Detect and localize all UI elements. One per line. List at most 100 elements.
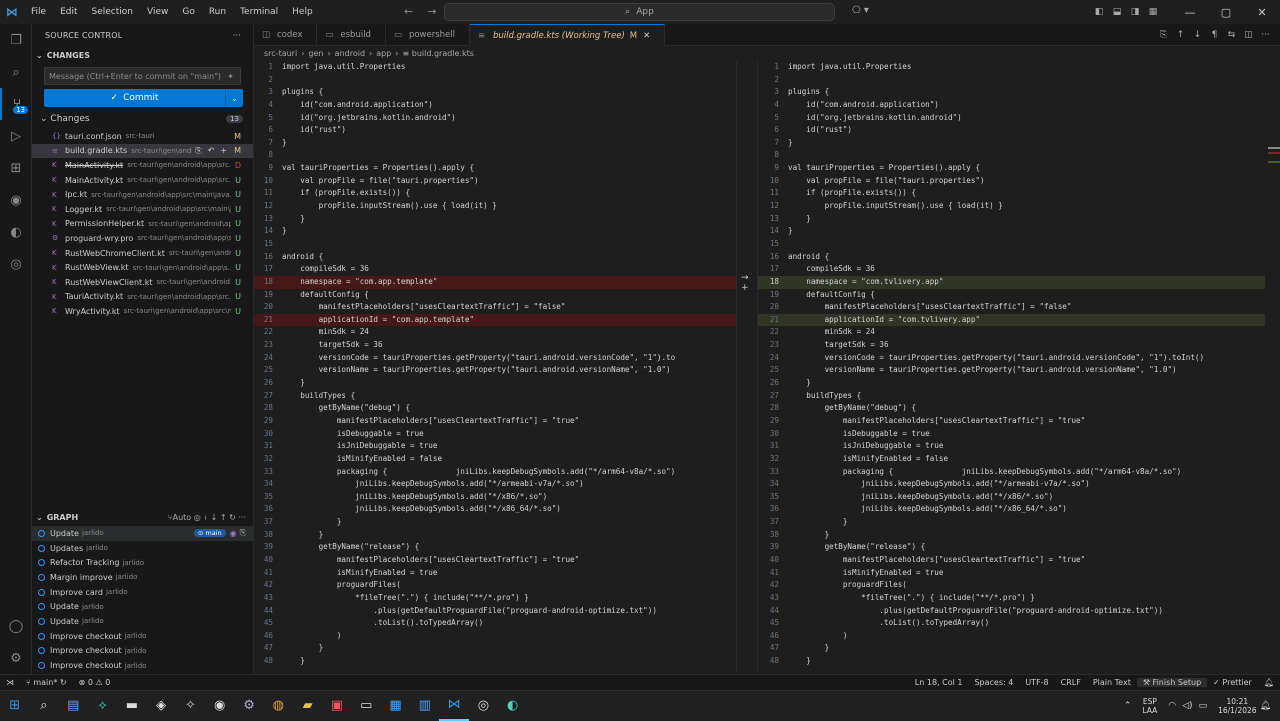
tray-chevron-icon[interactable]: ⌃ xyxy=(1124,701,1132,711)
maximize-icon[interactable]: ▢ xyxy=(1208,6,1244,19)
copilot-chat-icon[interactable]: ◐ xyxy=(0,216,32,248)
back-arrow-icon[interactable]: ← xyxy=(404,5,413,18)
changed-file-item[interactable]: K MainActivity.kt src-tauri\gen\android\ap… xyxy=(32,158,253,173)
manage-gear-icon[interactable]: ⚙ xyxy=(0,642,32,674)
tab-3[interactable]: ▭ powershell xyxy=(386,24,470,46)
taskbar-app-icon-5[interactable]: ▣ xyxy=(322,691,351,721)
menu-view[interactable]: View xyxy=(140,7,175,17)
taskbar-github-icon[interactable]: ◉ xyxy=(205,691,234,721)
changed-file-item[interactable]: ≡ build.gradle.ktssrc-tauri\gen\androi...… xyxy=(32,143,253,159)
cursor-position[interactable]: Ln 18, Col 1 xyxy=(909,678,969,687)
command-center[interactable]: ⌕ App xyxy=(444,3,835,21)
toggle-panel-icon[interactable]: ⬓ xyxy=(1108,7,1126,17)
breadcrumb-item[interactable]: gen xyxy=(308,49,323,58)
explorer-icon[interactable]: ❐ xyxy=(0,24,32,56)
language-indicator[interactable]: ESP LAA xyxy=(1142,697,1157,715)
toggle-whitespace-icon[interactable]: ¶ xyxy=(1206,30,1223,40)
encoding-status[interactable]: UTF-8 xyxy=(1019,678,1054,687)
stage-plus-icon[interactable]: + xyxy=(741,283,749,293)
overview-ruler[interactable] xyxy=(1265,61,1280,671)
changed-file-item[interactable]: K RustWebViewClient.kt src-tauri\gen\andro… xyxy=(32,275,253,290)
previous-change-icon[interactable]: ↑ xyxy=(1172,30,1189,40)
changed-file-item[interactable]: K TauriActivity.kt src-tauri\gen\android\a… xyxy=(32,290,253,305)
toggle-primary-sidebar-icon[interactable]: ◧ xyxy=(1090,7,1108,17)
tab-1[interactable]: ◫ codex xyxy=(254,24,318,46)
menu-go[interactable]: Go xyxy=(175,7,201,17)
changed-file-item[interactable]: K PermissionHelper.kt src-tauri\gen\androi… xyxy=(32,217,253,232)
commit-message-input[interactable]: Message (Ctrl+Enter to commit on "main")… xyxy=(44,67,241,85)
menu-selection[interactable]: Selection xyxy=(85,7,140,17)
eol-status[interactable]: CRLF xyxy=(1055,678,1087,687)
source-control-icon[interactable]: ⑂ 13 xyxy=(0,88,32,120)
graph-commit-item[interactable]: Update jarlido xyxy=(32,599,254,614)
graph-commit-item[interactable]: Improve checkout jarlido xyxy=(32,629,254,644)
editor-more-icon[interactable]: ··· xyxy=(1257,30,1274,40)
battery-icon[interactable]: ▭ xyxy=(1199,701,1208,711)
account-icon[interactable]: ◯ xyxy=(0,610,32,642)
github-icon[interactable]: ◉ xyxy=(0,184,32,216)
graph-commit-item[interactable]: Margin improve jarlido xyxy=(32,570,254,585)
graph-header[interactable]: ⌄ GRAPH ⑂Auto ◎ ⤓ ↓ ↑ ↻ ··· xyxy=(32,508,254,526)
graph-commit-item[interactable]: Improve checkout jarlido xyxy=(32,644,254,659)
taskbar-app-icon-8[interactable]: ▥ xyxy=(410,691,439,721)
refresh-icon[interactable]: ↻ xyxy=(229,513,236,522)
taskbar-app-icon-1[interactable]: ▤ xyxy=(59,691,88,721)
graph-commit-item[interactable]: Update jarlido ⊙ main ◉ ⎘ xyxy=(32,526,254,541)
changed-file-item[interactable]: K Logger.kt src-tauri\gen\android\app\src\… xyxy=(32,202,253,217)
finish-setup-button[interactable]: ⚒ Finish Setup xyxy=(1136,678,1208,687)
taskbar-search-icon[interactable]: ⌕ xyxy=(29,691,58,721)
remote-explorer-icon[interactable]: ◎ xyxy=(0,248,32,280)
inline-diff-icon[interactable]: ⇆ xyxy=(1223,30,1240,40)
tab-close-icon[interactable]: ✕ xyxy=(643,31,650,41)
changed-file-item[interactable]: K Ipc.kt src-tauri\gen\android\app\src\mai… xyxy=(32,187,253,202)
taskbar-terminal-icon[interactable]: ▬ xyxy=(117,691,146,721)
taskbar-app-icon-4[interactable]: ✧ xyxy=(176,691,205,721)
menu-edit[interactable]: Edit xyxy=(53,7,84,17)
language-mode[interactable]: Plain Text xyxy=(1087,678,1137,687)
more-actions-icon[interactable]: ··· xyxy=(233,31,241,40)
sync-icon[interactable]: ↻ xyxy=(60,678,67,687)
breadcrumb-item[interactable]: app xyxy=(376,49,391,58)
taskbar-settings-icon[interactable]: ⚙ xyxy=(234,691,263,721)
taskbar-app-icon-10[interactable]: ◐ xyxy=(498,691,527,721)
breadcrumb-item[interactable]: ≡ build.gradle.kts xyxy=(403,49,474,58)
changed-file-item[interactable]: K MainActivity.kt src-tauri\gen\android\ap… xyxy=(32,173,253,188)
breadcrumb-item[interactable]: src-tauri xyxy=(264,49,297,58)
prettier-status[interactable]: ✓ Prettier xyxy=(1207,678,1258,687)
taskbar-app-icon-3[interactable]: ◈ xyxy=(146,691,175,721)
breadcrumb-item[interactable]: android xyxy=(335,49,365,58)
changed-file-item[interactable]: K RustWebView.kt src-tauri\gen\android\app… xyxy=(32,260,253,275)
fetch-icon[interactable]: ⤓ xyxy=(203,513,208,522)
toggle-secondary-sidebar-icon[interactable]: ◨ xyxy=(1126,7,1144,17)
split-editor-icon[interactable]: ◫ xyxy=(1240,30,1257,40)
graph-auto-label[interactable]: Auto xyxy=(173,513,192,522)
menu-file[interactable]: File xyxy=(24,7,53,17)
remote-icon[interactable]: ⋊ xyxy=(0,678,20,687)
forward-arrow-icon[interactable]: → xyxy=(427,5,436,18)
commit-dropdown-chevron-icon[interactable]: ⌄ xyxy=(225,89,243,107)
open-file-icon[interactable]: ⎘ xyxy=(195,146,201,156)
branch-status[interactable]: ⑂ main* ↻ xyxy=(20,678,73,687)
open-file-icon[interactable]: ⎘ xyxy=(1155,30,1172,40)
pull-icon[interactable]: ↓ xyxy=(211,513,218,522)
wifi-icon[interactable]: ◠ xyxy=(1168,701,1176,711)
notification-center-icon[interactable]: 🔔︎ xyxy=(1260,701,1271,711)
customize-layout-icon[interactable]: ▦ xyxy=(1144,7,1162,17)
changed-file-item[interactable]: K WryActivity.kt src-tauri\gen\android\app… xyxy=(32,304,253,319)
taskbar-chrome-icon[interactable]: ◍ xyxy=(264,691,293,721)
stage-icon[interactable]: + xyxy=(220,146,227,155)
clock[interactable]: 10:21 16/1/2026 xyxy=(1218,697,1256,715)
changed-file-item[interactable]: {} tauri.conf.json src-tauri M xyxy=(32,129,253,144)
volume-icon[interactable]: ◁) xyxy=(1182,701,1192,711)
menu-terminal[interactable]: Terminal xyxy=(233,7,285,17)
changes-group-header[interactable]: ⌄ Changes 13 xyxy=(32,109,253,129)
changed-file-item[interactable]: K RustWebChromeClient.kt src-tauri\gen\and… xyxy=(32,246,253,261)
tab-2[interactable]: ▭ esbuild xyxy=(317,24,386,46)
target-icon[interactable]: ◎ xyxy=(194,513,201,522)
graph-commit-item[interactable]: Refactor Tracking jarlido xyxy=(32,555,254,570)
discard-icon[interactable]: ↶ xyxy=(208,146,215,155)
copy-icon[interactable]: ⎘ xyxy=(240,528,246,538)
search-view-icon[interactable]: ⌕ xyxy=(0,56,32,88)
extensions-icon[interactable]: ⊞ xyxy=(0,152,32,184)
indentation-status[interactable]: Spaces: 4 xyxy=(968,678,1019,687)
